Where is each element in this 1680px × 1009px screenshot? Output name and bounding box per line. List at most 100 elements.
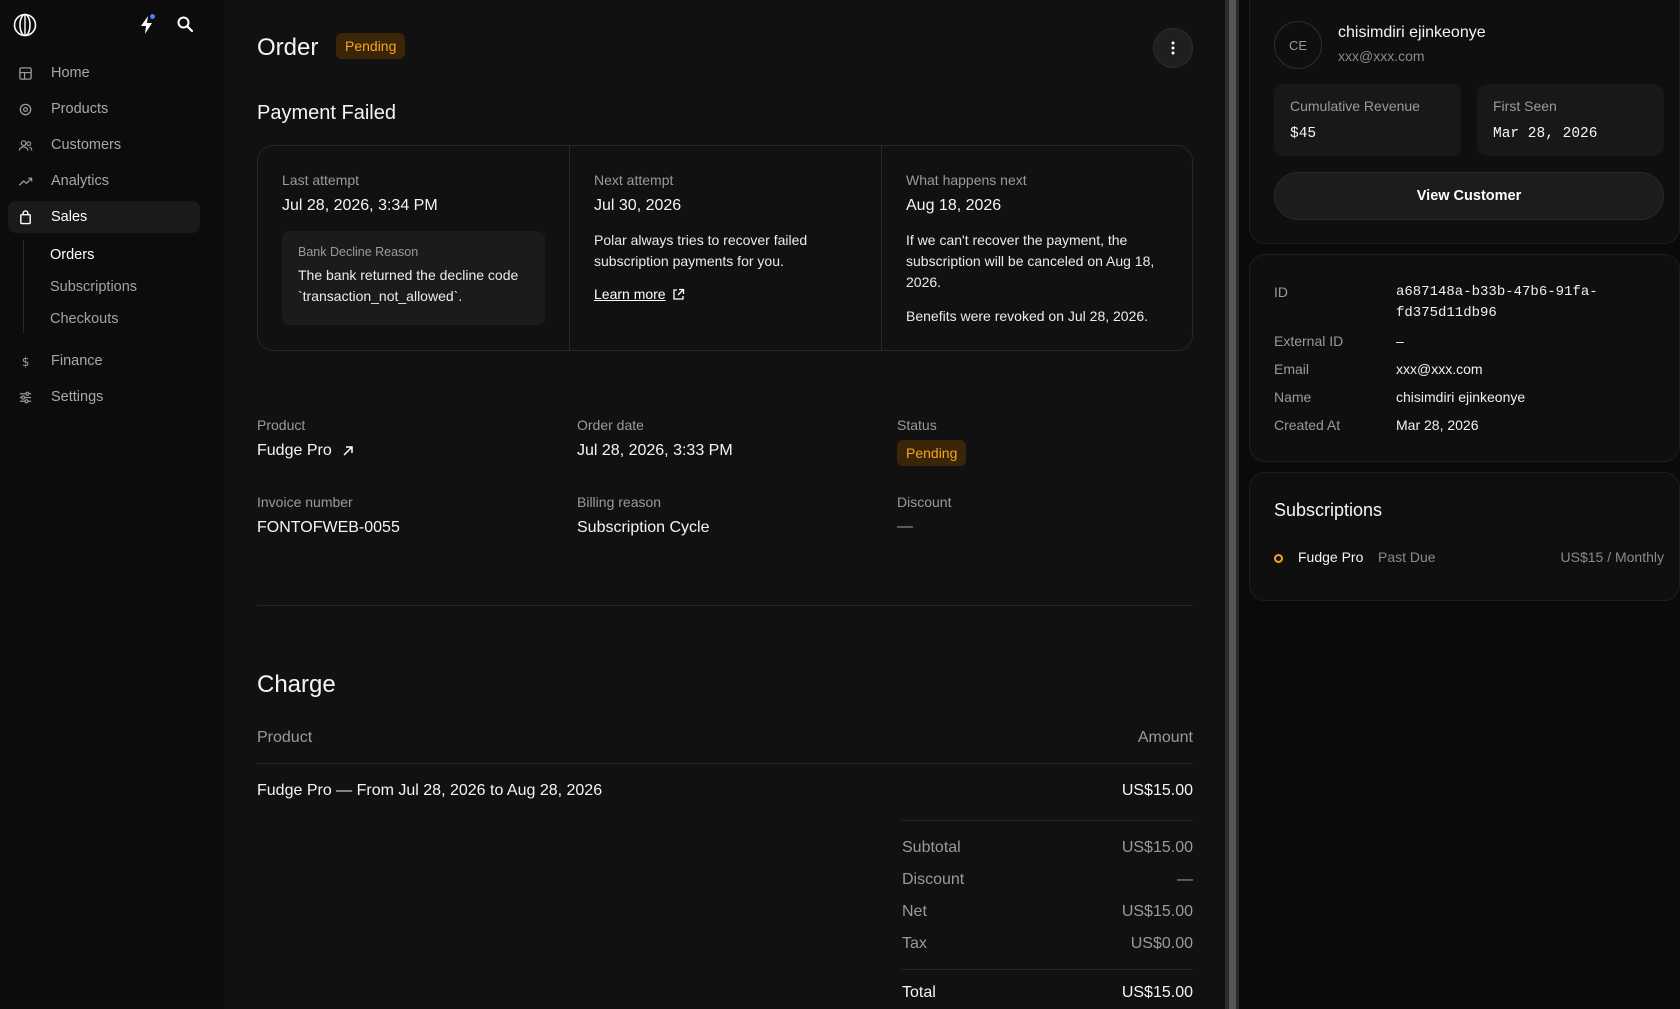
- nav-label: Settings: [51, 389, 104, 405]
- svg-text:$: $: [22, 355, 30, 369]
- benefits-revoked-text: Benefits were revoked on Jul 28, 2026.: [906, 308, 1149, 324]
- nav-label: Finance: [51, 353, 103, 369]
- search-icon[interactable]: [176, 15, 194, 33]
- polar-logo-icon[interactable]: [13, 13, 37, 37]
- external-link-icon: [672, 288, 684, 300]
- subnav-item-subscriptions[interactable]: Subscriptions: [50, 279, 137, 295]
- what-happens-next-column: What happens next Aug 18, 2026 If we can…: [882, 146, 1193, 350]
- discount-label: Discount: [897, 494, 952, 510]
- subnav-item-orders[interactable]: Orders: [50, 247, 94, 263]
- created-at-label: Created At: [1274, 417, 1341, 433]
- total-divider: [901, 969, 1193, 970]
- customer-name: chisimdiri ejinkeonye: [1338, 24, 1486, 41]
- tax-label: Tax: [902, 935, 927, 952]
- nav-item-finance[interactable]: $ Finance: [8, 345, 200, 377]
- table-header-divider: [257, 763, 1193, 764]
- more-options-button[interactable]: [1153, 28, 1193, 68]
- totals-discount-value: —: [1177, 871, 1193, 888]
- product-link[interactable]: Fudge Pro: [257, 442, 354, 460]
- view-customer-button[interactable]: View Customer: [1274, 172, 1664, 220]
- order-date-label: Order date: [577, 417, 644, 433]
- subscription-status: Past Due: [1378, 549, 1436, 565]
- order-date-value: Jul 28, 2026, 3:33 PM: [577, 442, 733, 459]
- decline-reason-label: Bank Decline Reason: [298, 245, 419, 259]
- notification-dot: [150, 14, 155, 19]
- line-item-amount: US$15.00: [1121, 782, 1193, 799]
- charge-heading: Charge: [257, 671, 336, 698]
- nav-label: Products: [51, 101, 109, 117]
- next-attempt-column: Next attempt Jul 30, 2026 Polar always t…: [570, 146, 881, 350]
- external-id-label: External ID: [1274, 333, 1344, 349]
- sales-icon: [20, 209, 31, 224]
- product-label: Product: [257, 417, 306, 433]
- totals-discount-label: Discount: [902, 871, 965, 888]
- discount-value: —: [897, 518, 913, 535]
- what-happens-next-value: Aug 18, 2026: [906, 197, 1002, 214]
- products-icon: [19, 103, 32, 115]
- payment-failed-heading: Payment Failed: [257, 102, 396, 124]
- id-value-line1: a687148a-b33b-47b6-91fa-: [1396, 284, 1598, 300]
- nav-label: Sales: [51, 209, 88, 225]
- subscriptions-card: [1249, 472, 1680, 601]
- totals-divider: [901, 820, 1193, 821]
- email-value: xxx@xxx.com: [1396, 361, 1483, 377]
- learn-more-link[interactable]: Learn more: [594, 286, 685, 302]
- avatar: CE: [1274, 21, 1322, 69]
- learn-more-label: Learn more: [594, 286, 666, 302]
- nav-label: Analytics: [51, 173, 110, 189]
- nav-item-home[interactable]: Home: [8, 57, 200, 89]
- nav-item-settings[interactable]: Settings: [8, 381, 200, 413]
- tax-value: US$0.00: [1130, 935, 1193, 952]
- first-seen-label: First Seen: [1493, 98, 1557, 114]
- email-label: Email: [1274, 361, 1310, 377]
- charge-col-amount: Amount: [1137, 729, 1193, 746]
- name-value: chisimdiri ejinkeonye: [1396, 389, 1526, 405]
- subnav-item-checkouts[interactable]: Checkouts: [50, 311, 119, 327]
- scrollbar-thumb[interactable]: [1229, 0, 1236, 1009]
- status-value-badge: Pending: [897, 440, 967, 466]
- cumulative-revenue-value: $45: [1290, 126, 1317, 142]
- dollar-icon: $: [22, 355, 30, 369]
- nav-label: Customers: [51, 137, 122, 153]
- payment-failed-card: Last attempt Jul 28, 2026, 3:34 PM Bank …: [257, 145, 1193, 351]
- decline-reason-box: Bank Decline Reason The bank returned th…: [282, 231, 545, 325]
- invoice-value: FONTOFWEB-0055: [257, 519, 400, 536]
- net-value: US$15.00: [1121, 903, 1193, 920]
- nav-label: Home: [51, 65, 90, 81]
- nav-item-sales[interactable]: Sales: [8, 201, 200, 233]
- what-happens-next-label: What happens next: [906, 172, 1027, 188]
- nav-item-analytics[interactable]: Analytics: [8, 165, 200, 197]
- created-at-value: Mar 28, 2026: [1396, 417, 1479, 433]
- net-label: Net: [902, 903, 927, 920]
- id-value-line2: fd375d11db96: [1396, 305, 1497, 321]
- next-attempt-value: Jul 30, 2026: [594, 197, 682, 214]
- next-attempt-label: Next attempt: [594, 172, 674, 188]
- name-label: Name: [1274, 389, 1312, 405]
- external-id-value: –: [1396, 333, 1404, 349]
- subscription-row[interactable]: Fudge Pro Past Due US$15 / Monthly: [1274, 548, 1664, 568]
- subtotal-label: Subtotal: [902, 839, 961, 856]
- page-title: Order: [257, 34, 319, 61]
- decline-reason-text: The bank returned the decline code `tran…: [298, 267, 519, 304]
- billing-reason-value: Subscription Cycle: [577, 519, 710, 536]
- nav-item-customers[interactable]: Customers: [8, 129, 200, 161]
- total-value: US$15.00: [1121, 984, 1193, 1001]
- subscription-price: US$15 / Monthly: [1560, 549, 1665, 565]
- status-badge: Pending: [336, 33, 406, 59]
- arrow-up-right-icon: [343, 446, 353, 456]
- total-label: Total: [902, 984, 936, 1001]
- first-seen-card: First Seen Mar 28, 2026: [1477, 84, 1664, 156]
- status-label: Status: [897, 417, 937, 433]
- sidebar: Home Products Customers Analytics Sales …: [0, 0, 224, 1009]
- analytics-icon: [18, 177, 33, 186]
- last-attempt-label: Last attempt: [282, 172, 360, 188]
- home-icon: [19, 66, 32, 80]
- more-vertical-icon: [1171, 41, 1175, 55]
- id-label: ID: [1274, 284, 1288, 300]
- what-happens-next-text: If we can't recover the payment, the sub…: [906, 232, 1155, 290]
- invoice-label: Invoice number: [257, 494, 353, 510]
- nav-item-products[interactable]: Products: [8, 93, 200, 125]
- section-divider: [257, 605, 1193, 606]
- subscription-name: Fudge Pro: [1298, 549, 1364, 565]
- cumulative-revenue-card: Cumulative Revenue $45: [1274, 84, 1461, 156]
